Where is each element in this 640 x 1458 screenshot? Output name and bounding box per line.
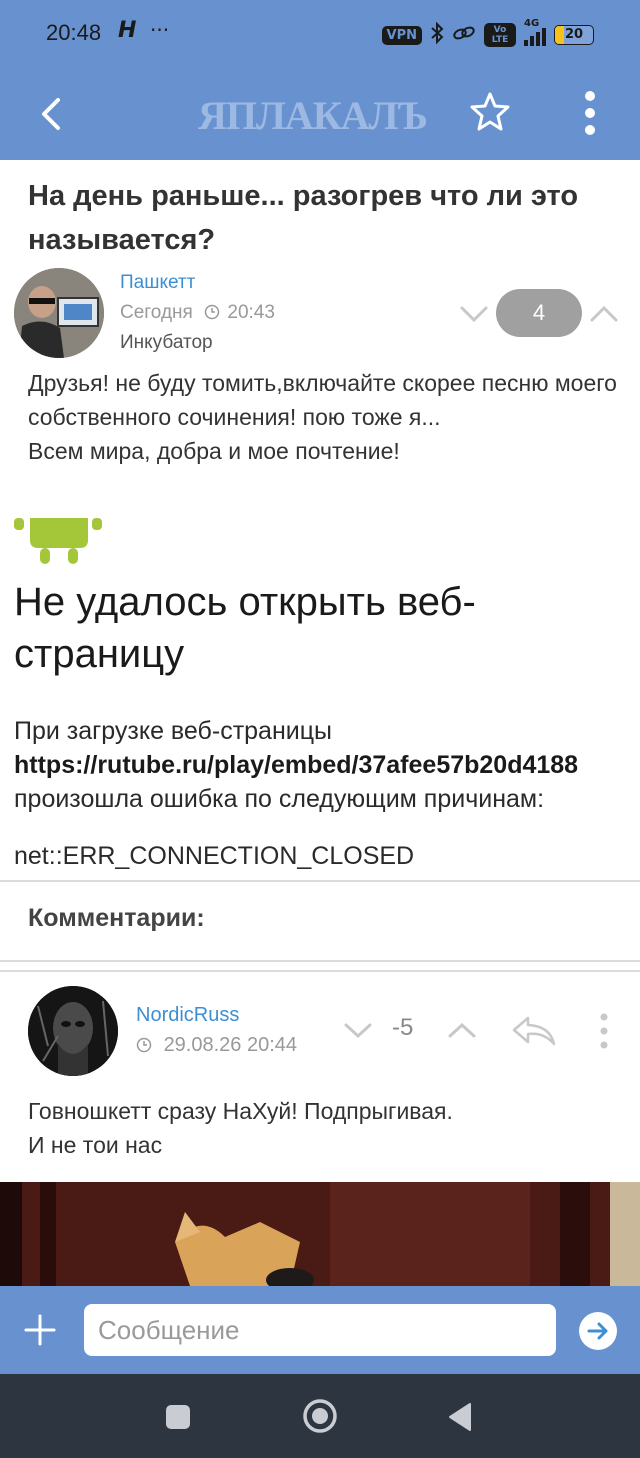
divider [0,960,640,962]
status-time: 20:48 [46,20,102,45]
star-icon[interactable] [468,90,512,134]
message-input[interactable] [84,1304,556,1356]
post-paragraph: Всем мира, добра и мое почтение! [28,438,400,464]
comment-image[interactable] [0,1182,640,1286]
clock-icon [136,1037,152,1053]
recents-icon[interactable] [165,1404,191,1430]
author-avatar[interactable] [14,268,104,358]
home-icon[interactable] [302,1398,338,1434]
divider [0,880,640,882]
comment-line: И не тои нас [28,1132,163,1158]
volte-icon: Vo LTE [484,23,516,47]
back-arrow-icon[interactable] [32,94,72,134]
error-line: произошла ошибка по следующим причинам: [14,785,545,813]
clock-icon [204,304,220,320]
author-name[interactable]: Пашкетт [120,272,195,294]
error-message: При загрузке веб-страницы https://rutube… [14,714,640,816]
post-rating: 4 [496,289,582,337]
comment-line: Говношкетт сразу НаХуй! Подпрыгивая. [28,1098,453,1124]
author-rank: Инкубатор [120,332,213,353]
error-title: Не удалось открыть веб-страницу [14,580,476,676]
more-notifications-icon: ··· [150,18,170,42]
app-bar: ЯПЛАКАЛЪ [0,72,640,160]
android-icon [14,518,104,566]
comment-date-text: 29.08.26 20:44 [163,1034,298,1056]
reply-icon[interactable] [510,1014,558,1048]
more-vertical-icon[interactable] [596,1012,612,1050]
network-type-label: 4G [524,18,540,29]
post-date: Сегодня 20:43 [120,302,275,324]
message-composer [0,1286,640,1374]
vote-down-icon[interactable] [458,298,490,328]
error-line: При загрузке веб-страницы [14,717,333,745]
bluetooth-icon [430,21,444,48]
comment-date: 29.08.26 20:44 [136,1034,297,1057]
more-vertical-icon[interactable] [576,90,604,136]
post-date-label: Сегодня [120,302,193,323]
comment-score: -5 [392,1014,414,1041]
send-icon[interactable] [578,1311,618,1351]
post-paragraph: Друзья! не буду томить,включайте скорее … [28,370,617,430]
vote-down-icon[interactable] [342,1016,374,1044]
signal-icon: 4G [524,18,546,46]
status-icons: VPN Vo LTE 4G 20 [381,18,594,48]
post-body: Друзья! не буду томить,включайте скорее … [28,366,618,468]
comment-body: Говношкетт сразу НаХуй! Подпрыгивая. И н… [28,1094,618,1162]
system-nav-bar [0,1374,640,1458]
vote-up-icon[interactable] [588,298,620,328]
battery-level: 20 [564,27,584,42]
vote-up-icon[interactable] [446,1016,478,1044]
vpn-icon: VPN [381,25,422,45]
link-icon [452,24,476,46]
comments-header: Комментарии: [28,904,205,932]
comment-avatar[interactable] [28,986,118,1076]
post-title: На день раньше... разогрев что ли это на… [28,180,579,256]
post-time: 20:43 [227,302,275,323]
status-bar: 20:48 H ··· VPN Vo LTE 4G 20 [0,0,640,72]
battery-icon: 20 [554,25,594,45]
app-logo[interactable]: ЯПЛАКАЛЪ [198,92,428,139]
error-code: net::ERR_CONNECTION_CLOSED [14,842,415,870]
plus-icon[interactable] [22,1312,58,1348]
back-triangle-icon[interactable] [446,1402,474,1432]
h-network-icon: H [118,18,137,43]
divider [0,970,640,972]
comment-author[interactable]: NordicRuss [136,1004,239,1027]
error-url: https://rutube.ru/play/embed/37afee57b20… [14,751,579,779]
